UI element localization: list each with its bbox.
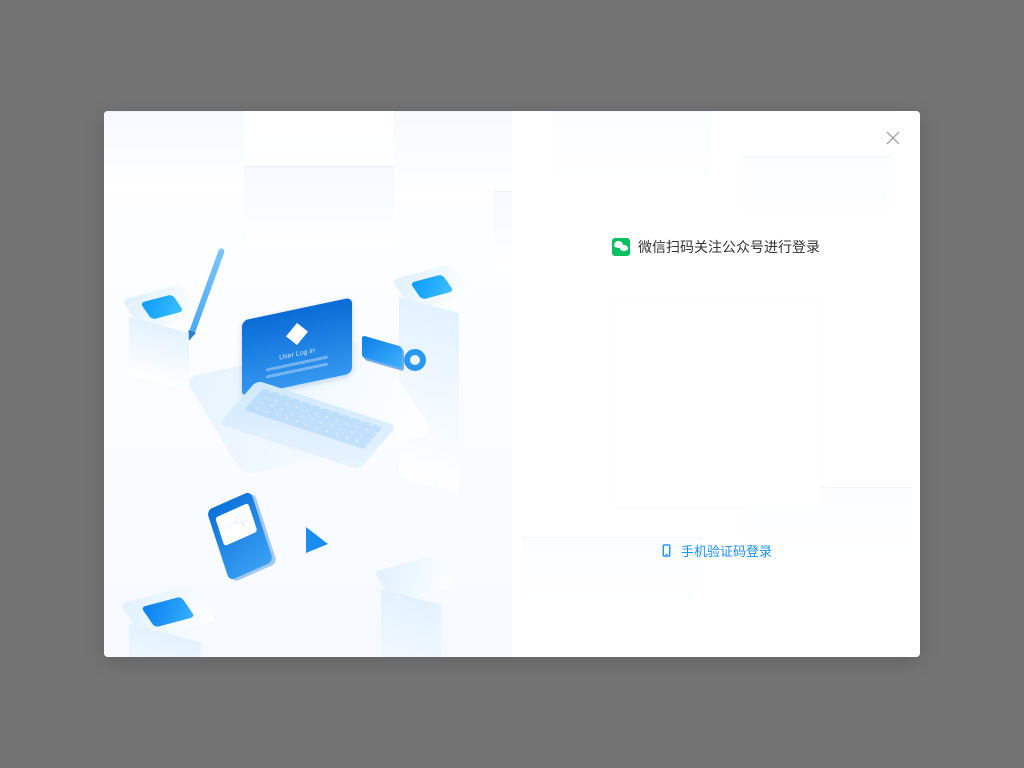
close-button[interactable] [884,129,902,147]
illustration-panel: User Log in [104,111,512,657]
login-modal: User Log in [104,111,920,657]
wechat-icon [612,238,630,256]
decorative-block [394,111,512,201]
pen-icon [189,248,225,335]
decorative-block [552,111,712,181]
phone-login-link[interactable]: 手机验证码登录 [660,541,772,560]
login-panel: 微信扫码关注公众号进行登录 手机验证码登录 [512,111,920,657]
pillar-icon [132,591,204,657]
decorative-block [494,191,512,271]
isometric-illustration: User Log in [124,251,494,631]
login-title: 微信扫码关注公众号进行登录 [638,237,820,257]
close-icon [884,129,902,147]
qr-code-placeholder [611,297,821,507]
pillar-icon [402,269,462,485]
phone-illustration-icon [207,491,274,581]
phone-icon [660,544,673,557]
app-logo-icon [286,321,308,348]
play-triangle-icon [306,527,328,557]
pillar-icon [384,561,444,657]
decorative-block [244,166,394,246]
decorative-block [742,156,892,226]
key-icon [404,349,426,371]
phone-login-label: 手机验证码登录 [681,541,772,560]
decorative-block [104,111,244,191]
login-title-row: 微信扫码关注公众号进行登录 [612,237,820,257]
pillar-icon [132,289,192,383]
laptop-icon: User Log in [242,309,378,453]
